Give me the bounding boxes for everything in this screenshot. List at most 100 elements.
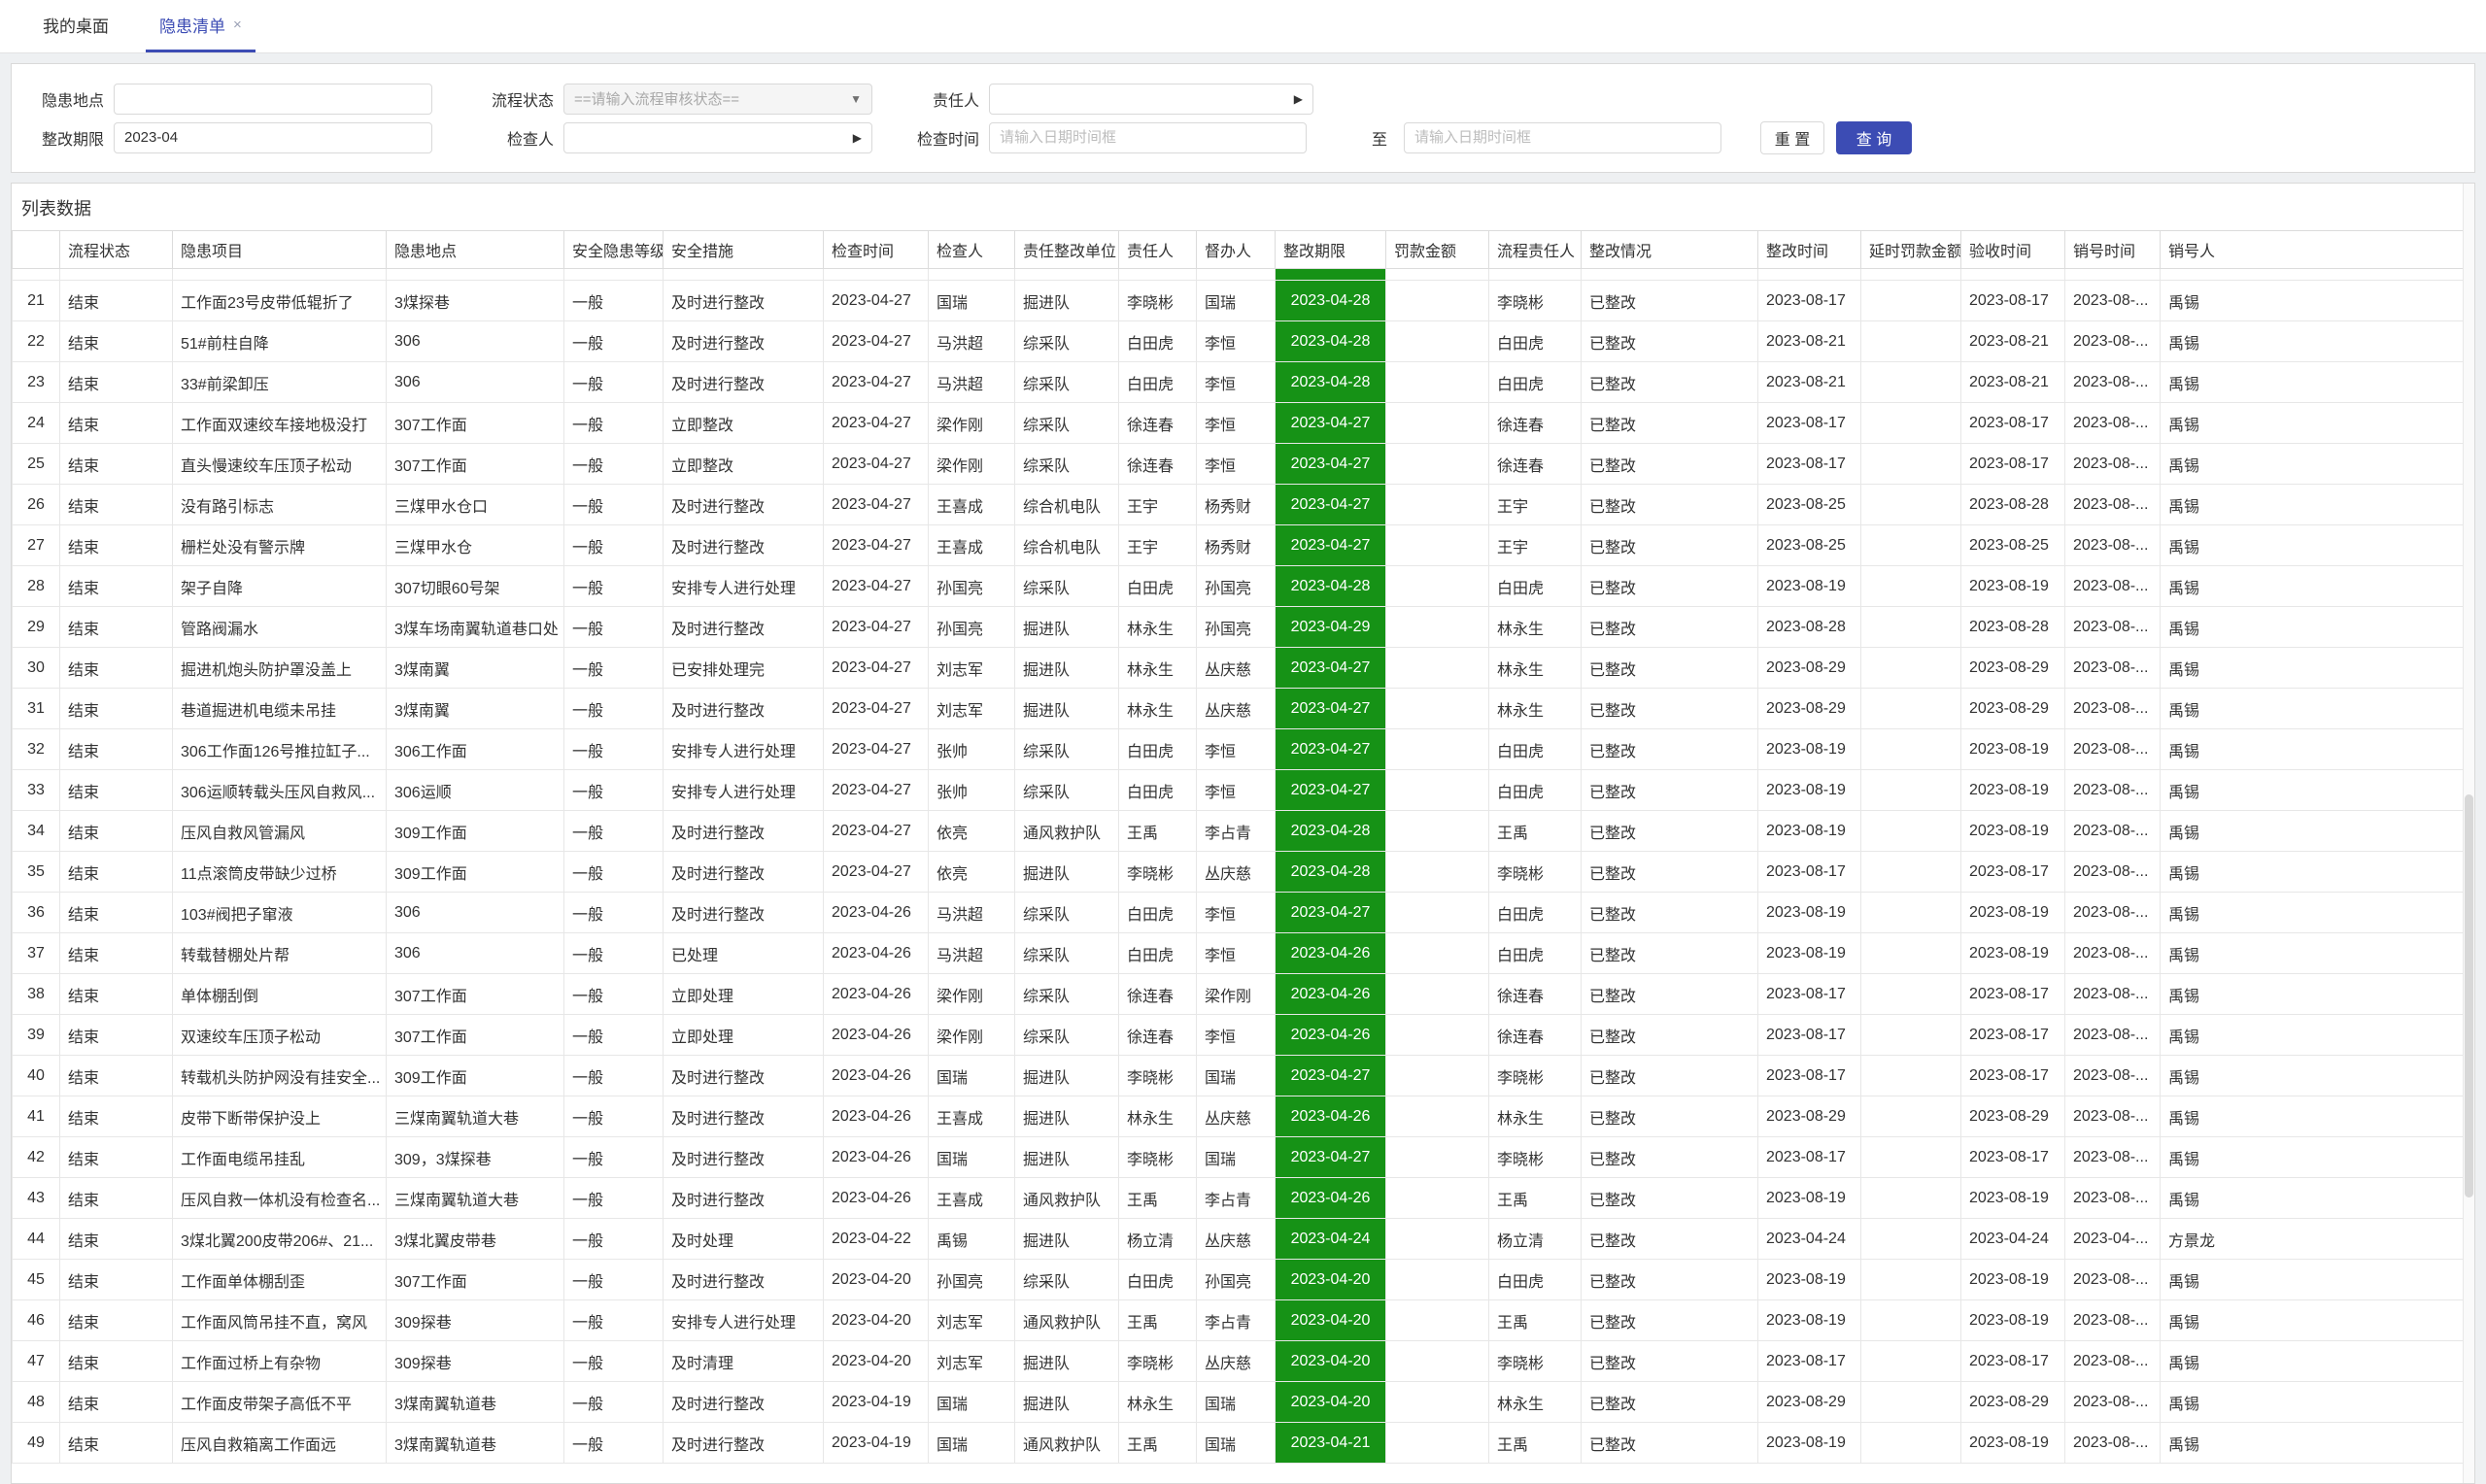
tab-hazard-list-label: 隐患清单	[159, 13, 225, 37]
cell-rectify-time: 2023-08-29	[1758, 648, 1861, 689]
hazard-location-input[interactable]	[114, 84, 432, 115]
cell-process-status: 结束	[60, 1015, 173, 1056]
check-time-end-input[interactable]	[1404, 122, 1721, 153]
cell-delay-fine	[1861, 933, 1961, 974]
cell-process-responsible: 李晓彬	[1489, 1137, 1582, 1178]
cell-fine-amount	[1386, 689, 1489, 729]
cell-process-responsible: 白田虎	[1489, 321, 1582, 362]
cell-accept-time: 2023-08-21	[1961, 321, 2065, 362]
cell-hazard-item: 压风自救风管漏风	[173, 811, 387, 852]
cell-deadline: 2023-04-27	[1276, 689, 1386, 729]
cell-process-responsible: 徐连春	[1489, 974, 1582, 1015]
cell-delay-fine	[1861, 1178, 1961, 1219]
cell-process-responsible: 王禹	[1489, 811, 1582, 852]
tab-hazard-list[interactable]: 隐患清单 ×	[146, 0, 255, 52]
cell-deadline: 2023-04-26	[1276, 1015, 1386, 1056]
table-row: 33结束306运顺转载头压风自救风...306运顺一般安排专人进行处理2023-…	[13, 770, 2476, 811]
cell-check-time: 2023-04-20	[824, 1260, 929, 1300]
cell-process-responsible: 林永生	[1489, 648, 1582, 689]
cell-accept-time: 2023-08-21	[1961, 362, 2065, 403]
cell-deadline: 2023-04-20	[1276, 1300, 1386, 1341]
cell-process-status: 结束	[60, 1300, 173, 1341]
cell-process-responsible: 李晓彬	[1489, 852, 1582, 893]
tab-close-icon[interactable]: ×	[233, 17, 242, 33]
responsible-combo[interactable]: ▶	[989, 84, 1313, 115]
cell-hazard-item: 管路阀漏水	[173, 607, 387, 648]
process-status-select[interactable]: ==请输入流程审核状态== ▼	[563, 84, 872, 115]
column-header-process-status: 流程状态	[60, 231, 173, 269]
cell-accept-time: 2023-04-24	[1961, 1219, 2065, 1260]
cell-fine-amount	[1386, 1300, 1489, 1341]
cell-responsible-unit: 掘进队	[1015, 1219, 1119, 1260]
cell-responsible-unit: 掘进队	[1015, 1056, 1119, 1096]
cell-check-time: 2023-04-26	[824, 1056, 929, 1096]
cell-responsible-unit: 综采队	[1015, 403, 1119, 444]
cell-responsible-person: 王宇	[1119, 525, 1197, 566]
cell-cancel-time: 2023-08-...	[2065, 566, 2161, 607]
cell-responsible-unit: 综采队	[1015, 321, 1119, 362]
reset-button[interactable]: 重 置	[1760, 121, 1824, 154]
scrollbar-thumb[interactable]	[2465, 794, 2473, 1197]
cell-delay-fine	[1861, 566, 1961, 607]
cell-responsible-person	[1119, 269, 1197, 281]
list-title: 列表数据	[12, 184, 2474, 230]
cell-check-time: 2023-04-26	[824, 1137, 929, 1178]
vertical-scrollbar[interactable]	[2463, 184, 2474, 1483]
cell-deadline: 2023-04-26	[1276, 1178, 1386, 1219]
cell-process-status: 结束	[60, 321, 173, 362]
cell-hazard-location: 306运顺	[387, 770, 564, 811]
cell-process-responsible: 李晓彬	[1489, 1341, 1582, 1382]
cell-accept-time: 2023-08-17	[1961, 852, 2065, 893]
cell-supervisor: 李恒	[1197, 403, 1276, 444]
column-header-process-responsible: 流程责任人	[1489, 231, 1582, 269]
cell-cancel-person: 禹锡	[2161, 852, 2476, 893]
cell-rectify-status: 已整改	[1582, 648, 1758, 689]
table-row: 39结束双速绞车压顶子松动307工作面一般立即处理2023-04-26梁作刚综采…	[13, 1015, 2476, 1056]
cell-check-time: 2023-04-22	[824, 1219, 929, 1260]
cell-rectify-status: 已整改	[1582, 1260, 1758, 1300]
check-time-start-input[interactable]	[989, 122, 1307, 153]
cell-process-responsible: 徐连春	[1489, 403, 1582, 444]
cell-hazard-location: 3煤南翼轨道巷	[387, 1382, 564, 1423]
inspector-combo[interactable]: ▶	[563, 122, 872, 153]
cell-cancel-person: 禹锡	[2161, 1178, 2476, 1219]
cell-responsible-person: 徐连春	[1119, 403, 1197, 444]
cell-hazard-location: 3煤车场南翼轨道巷口处	[387, 607, 564, 648]
cell-check-time: 2023-04-27	[824, 362, 929, 403]
cell-hazard-item: 栅栏处没有警示牌	[173, 525, 387, 566]
cell-rectify-status: 已整改	[1582, 321, 1758, 362]
cell-check-time: 2023-04-27	[824, 321, 929, 362]
cell-deadline: 2023-04-28	[1276, 566, 1386, 607]
cell-rectify-status: 已整改	[1582, 607, 1758, 648]
cell-hazard-item: 直头慢速绞车压顶子松动	[173, 444, 387, 485]
cell-check-time: 2023-04-20	[824, 1341, 929, 1382]
column-header-row-number	[13, 231, 60, 269]
cell-accept-time: 2023-08-17	[1961, 281, 2065, 321]
cell-process-responsible: 徐连春	[1489, 1015, 1582, 1056]
cell-hazard-level: 一般	[564, 607, 664, 648]
cell-rectify-time: 2023-08-19	[1758, 1178, 1861, 1219]
cell-row-number: 44	[13, 1219, 60, 1260]
cell-hazard-level: 一般	[564, 1219, 664, 1260]
cell-hazard-item: 单体棚刮倒	[173, 974, 387, 1015]
cell-fine-amount	[1386, 729, 1489, 770]
cell-hazard-item: 转载替棚处片帮	[173, 933, 387, 974]
cell-row-number: 43	[13, 1178, 60, 1219]
cell-rectify-time: 2023-08-19	[1758, 1300, 1861, 1341]
cell-delay-fine	[1861, 269, 1961, 281]
cell-safety-measure: 及时进行整改	[664, 1382, 824, 1423]
cell-cancel-person: 禹锡	[2161, 648, 2476, 689]
cell-hazard-location: 三煤南翼轨道大巷	[387, 1096, 564, 1137]
cell-safety-measure: 及时进行整改	[664, 1137, 824, 1178]
cell-hazard-item: 工作面电缆吊挂乱	[173, 1137, 387, 1178]
rectify-deadline-input[interactable]	[114, 122, 432, 153]
tab-my-desktop[interactable]: 我的桌面	[29, 0, 122, 52]
cell-hazard-location	[387, 269, 564, 281]
cell-rectify-time: 2023-08-17	[1758, 852, 1861, 893]
query-button[interactable]: 查 询	[1836, 121, 1912, 154]
cell-hazard-item: 33#前梁卸压	[173, 362, 387, 403]
cell-accept-time: 2023-08-19	[1961, 933, 2065, 974]
column-header-delay-fine: 延时罚款金额	[1861, 231, 1961, 269]
cell-hazard-item: 没有路引标志	[173, 485, 387, 525]
cell-supervisor: 李恒	[1197, 933, 1276, 974]
